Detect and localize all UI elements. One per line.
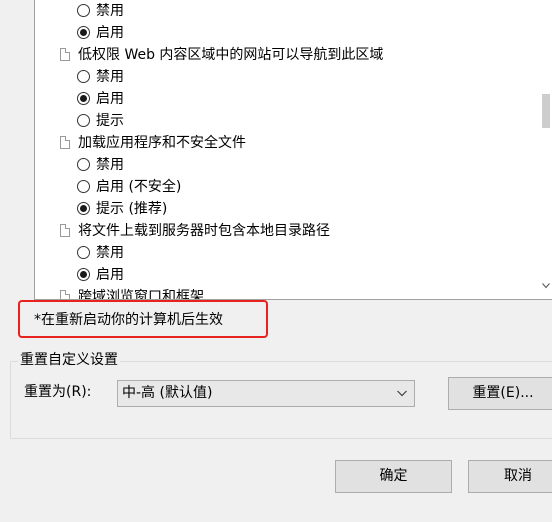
radio-button[interactable] [77,180,90,193]
document-icon [60,136,70,149]
setting-label: 低权限 Web 内容区域中的网站可以导航到此区域 [78,47,384,63]
option-enable-unsafe[interactable]: 启用 (不安全) [77,176,181,198]
option-label: 启用 [96,25,124,41]
option-label: 启用 [96,91,124,107]
option-label: 禁用 [96,157,124,173]
setting-low-privilege-navigation: 低权限 Web 内容区域中的网站可以导航到此区域 [60,44,383,66]
setting-label: 将文件上载到服务器时包含本地目录路径 [78,223,330,239]
setting-launch-applications: 加载应用程序和不安全文件 [60,132,246,154]
option-enable[interactable]: 启用 [77,88,124,110]
setting-cross-domain-windows: 跨域浏览窗口和框架 [60,286,204,300]
setting-label: 加载应用程序和不安全文件 [78,135,246,151]
document-icon [60,224,70,237]
document-icon [60,290,70,299]
reset-button[interactable]: 重置(E)... [448,377,552,410]
option-disable[interactable]: 禁用 [77,0,124,22]
setting-label: 跨域浏览窗口和框架 [78,289,204,300]
radio-button[interactable] [77,114,90,127]
option-disable[interactable]: 禁用 [77,242,124,264]
radio-button[interactable] [77,268,90,281]
selected-level: 中-高 (默认值) [122,385,213,401]
setting-include-local-path: 将文件上载到服务器时包含本地目录路径 [60,220,330,242]
chevron-down-icon[interactable] [542,282,550,292]
radio-button[interactable] [77,202,90,215]
ok-button[interactable]: 确定 [335,460,452,493]
security-settings-list[interactable]: 禁用 启用 低权限 Web 内容区域中的网站可以导航到此区域 禁用 启用 提示 … [34,0,552,300]
option-label: 启用 (不安全) [96,179,182,195]
option-enable[interactable]: 启用 [77,264,124,286]
option-label: 启用 [96,267,124,283]
option-disable[interactable]: 禁用 [77,66,124,88]
option-label: 提示 [96,113,124,129]
radio-button[interactable] [77,4,90,17]
option-label: 提示 (推荐) [96,201,168,217]
vertical-scrollbar[interactable] [540,0,552,299]
option-prompt-recommended[interactable]: 提示 (推荐) [77,198,167,220]
radio-button[interactable] [77,70,90,83]
option-disable[interactable]: 禁用 [77,154,124,176]
reset-to-label: 重置为(R): [24,384,92,400]
radio-button[interactable] [77,92,90,105]
option-label: 禁用 [96,69,124,85]
highlight-annotation [18,300,268,338]
option-enable[interactable]: 启用 [77,22,124,44]
option-label: 禁用 [96,245,124,261]
scrollbar-thumb[interactable] [542,94,550,128]
radio-button[interactable] [77,26,90,39]
chevron-down-icon [396,381,408,406]
option-label: 禁用 [96,3,124,19]
radio-button[interactable] [77,158,90,171]
reset-group-title: 重置自定义设置 [18,351,120,369]
document-icon [60,48,70,61]
security-level-dropdown[interactable]: 中-高 (默认值) [117,380,415,407]
cancel-button[interactable]: 取消 [468,460,552,493]
radio-button[interactable] [77,246,90,259]
option-prompt[interactable]: 提示 [77,110,124,132]
